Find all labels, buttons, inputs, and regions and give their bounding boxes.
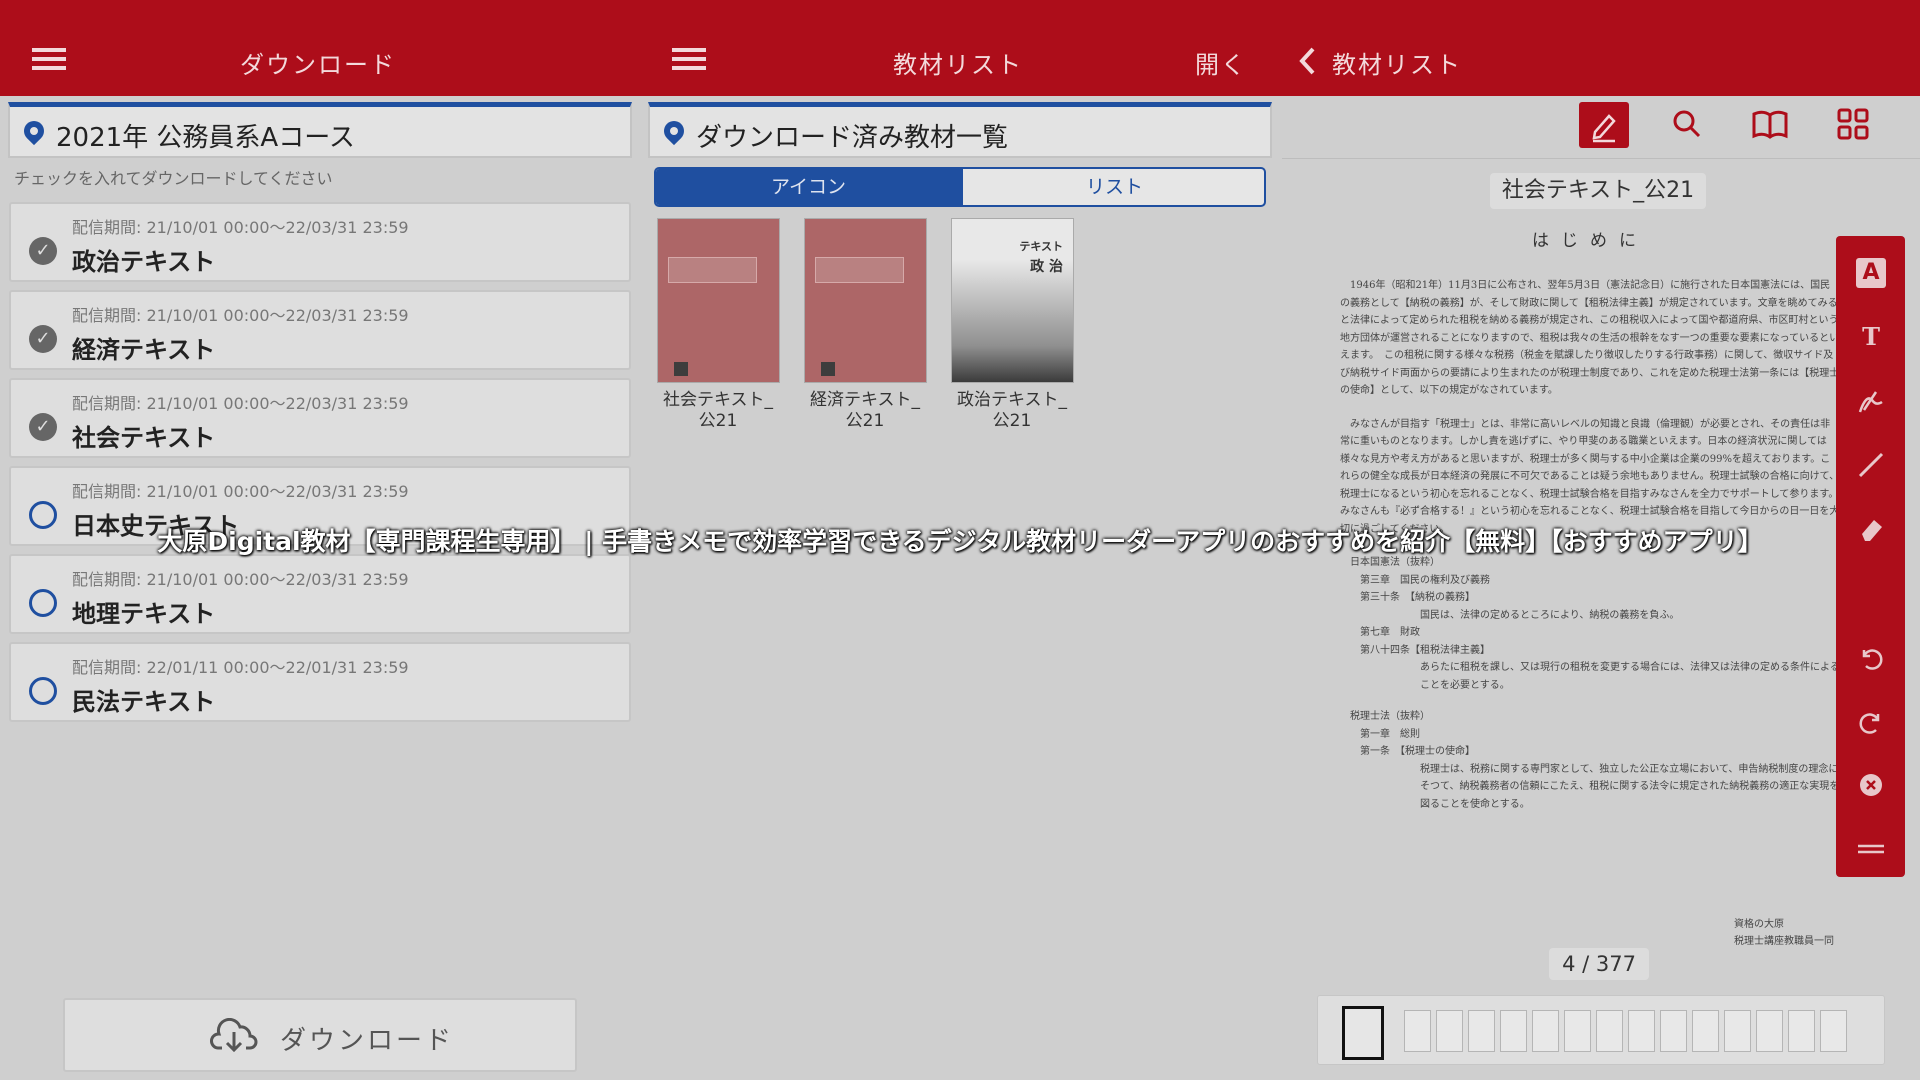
page-heading: はじめに [1532,231,1648,251]
thumbnail[interactable] [1532,1010,1559,1052]
download-item[interactable]: ✓ 配信期間: 21/10/01 00:00～22/03/31 23:59 政治… [9,202,631,282]
book-label[interactable]: 経済テキスト_ 公21 [795,390,935,432]
downloaded-heading: ダウンロード済み教材一覧 [648,102,1272,158]
thumbnail[interactable] [1500,1010,1527,1052]
top-bar: ダウンロード 教材リスト 開く 教材リスト [0,0,1920,96]
downloaded-heading-label: ダウンロード済み教材一覧 [696,123,1009,153]
check-icon[interactable]: ✓ [29,413,57,441]
undo-icon[interactable] [1856,642,1886,672]
download-screen-title: ダウンロード [240,51,396,79]
delivery-period: 配信期間: 22/01/11 00:00～22/01/31 23:59 [72,658,409,677]
law-line: 第三章 国民の権利及び義務 [1360,574,1490,586]
thumbnail[interactable] [1404,1010,1431,1052]
pen-tool-button[interactable] [1579,102,1629,148]
pen-icon [1592,114,1616,143]
item-title: 政治テキスト [72,248,216,276]
check-icon[interactable]: ✓ [29,325,57,353]
law-line: 国民は、法律の定めるところにより、納税の義務を負ふ。 [1420,609,1680,621]
drag-handle-icon[interactable] [1856,834,1886,864]
page-paragraph: みなさんが目指す「税理士」とは、非常に高いレベルの知識と良識（倫理観）が必要とさ… [1340,418,1840,535]
thumbnail[interactable] [1660,1010,1687,1052]
course-heading-label: 2021年 公務員系Aコース [56,123,355,153]
viewer-divider [1282,158,1920,159]
delivery-period: 配信期間: 21/10/01 00:00～22/03/31 23:59 [72,218,409,237]
unchecked-circle-icon[interactable] [29,677,57,705]
text-box-icon[interactable]: A [1856,258,1886,288]
thumbnail[interactable] [1788,1010,1815,1052]
document-page[interactable]: はじめに 1946年（昭和21年）11月3日に公布され、翌年5月3日（憲法記念日… [1340,226,1840,947]
page-signature: 資格の大原 税理士講座教職員一同 [1734,919,1834,947]
video-caption: 大原Digital教材【専門課程生専用】 | 手書きメモで効率学習できるデジタル… [157,527,1763,556]
thumbnail[interactable] [1724,1010,1751,1052]
download-button-label: ダウンロード [280,1026,455,1056]
download-hint: チェックを入れてダウンロードしてください [14,169,333,188]
law-line: 第三十条 【納税の義務】 [1360,592,1475,603]
tab-icon-view[interactable]: アイコン [656,169,961,205]
download-item[interactable]: 配信期間: 22/01/11 00:00～22/01/31 23:59 民法テキ… [9,642,631,722]
unchecked-circle-icon[interactable] [29,589,57,617]
law-line: 税理士は、税務に関する専門家として、独立した公正な立場において、申告納税制度の理… [1420,763,1840,810]
menu-icon[interactable] [672,48,706,70]
item-title: 経済テキスト [72,336,216,364]
thumbnail[interactable] [1756,1010,1783,1052]
download-item[interactable]: ✓ 配信期間: 21/10/01 00:00～22/03/31 23:59 社会… [9,378,631,458]
book-cover[interactable] [657,218,780,383]
thumbnail[interactable] [1468,1010,1495,1052]
material-list-title: 教材リスト [893,51,1023,79]
thumbnail[interactable] [1628,1010,1655,1052]
item-title: 地理テキスト [72,600,216,628]
thumbnail[interactable] [1692,1010,1719,1052]
search-icon[interactable] [1665,102,1709,146]
law-line: 第八十四条【租税法律主義】 [1360,644,1490,656]
menu-icon[interactable] [32,48,66,70]
delivery-period: 配信期間: 21/10/01 00:00～22/03/31 23:59 [72,482,409,501]
thumbnail[interactable] [1820,1010,1847,1052]
delivery-period: 配信期間: 21/10/01 00:00～22/03/31 23:59 [72,570,409,589]
handwriting-icon[interactable] [1856,386,1886,416]
cover-subject: 政 治 [1030,259,1063,275]
download-item[interactable]: 配信期間: 21/10/01 00:00～22/03/31 23:59 地理テキ… [9,554,631,634]
book-label[interactable]: 社会テキスト_ 公21 [648,390,788,432]
download-item[interactable]: ✓ 配信期間: 21/10/01 00:00～22/03/31 23:59 経済… [9,290,631,370]
redo-icon[interactable] [1856,706,1886,736]
text-icon[interactable]: T [1856,322,1886,352]
book-cover[interactable]: テキスト政 治 [951,218,1074,383]
back-button-label: 教材リスト [1332,51,1462,79]
delivery-period: 配信期間: 21/10/01 00:00～22/03/31 23:59 [72,394,409,413]
delivery-period: 配信期間: 21/10/01 00:00～22/03/31 23:59 [72,306,409,325]
thumbnail[interactable] [1436,1010,1463,1052]
book-icon[interactable] [1748,102,1792,146]
tab-list-view[interactable]: リスト [961,169,1264,205]
grid-icon[interactable] [1831,102,1875,146]
view-toggle: アイコン リスト [654,167,1266,207]
thumbnail[interactable] [1596,1010,1623,1052]
pin-icon [659,116,689,146]
book-label[interactable]: 政治テキスト_ 公21 [942,390,1082,432]
line-icon[interactable] [1856,450,1886,480]
document-title: 社会テキスト_公21 [1490,173,1706,209]
law-line: あらたに租税を課し、又は現行の租税を変更する場合には、法律又は法律の定める条件に… [1420,662,1840,691]
law-line: 第七章 財政 [1360,627,1420,638]
download-button[interactable]: ダウンロード [63,998,577,1072]
thumbnail-strip[interactable] [1317,995,1885,1065]
law-line: 税理士法（抜粋） [1350,711,1430,722]
thumbnail-current[interactable] [1342,1006,1384,1060]
cloud-download-icon [210,1018,258,1053]
page-indicator: 4 / 377 [1549,948,1649,980]
back-button[interactable]: 教材リスト [1298,40,1478,80]
open-button[interactable]: 開く [1195,45,1247,80]
course-heading: 2021年 公務員系Aコース [8,102,632,158]
check-icon[interactable]: ✓ [29,237,57,265]
close-icon[interactable] [1856,770,1886,800]
book-cover[interactable] [804,218,927,383]
cover-label: テキスト [1019,240,1063,253]
law-line: 第一条 【税理士の使命】 [1360,746,1475,757]
law-line: 第一章 総則 [1360,728,1420,740]
page-paragraph: 1946年（昭和21年）11月3日に公布され、翌年5月3日（憲法記念日）に施行さ… [1340,280,1840,396]
item-title: 社会テキスト [72,424,216,452]
item-title: 民法テキスト [72,688,216,716]
thumbnail[interactable] [1564,1010,1591,1052]
chevron-left-icon [1299,47,1315,75]
pin-icon [19,116,49,146]
